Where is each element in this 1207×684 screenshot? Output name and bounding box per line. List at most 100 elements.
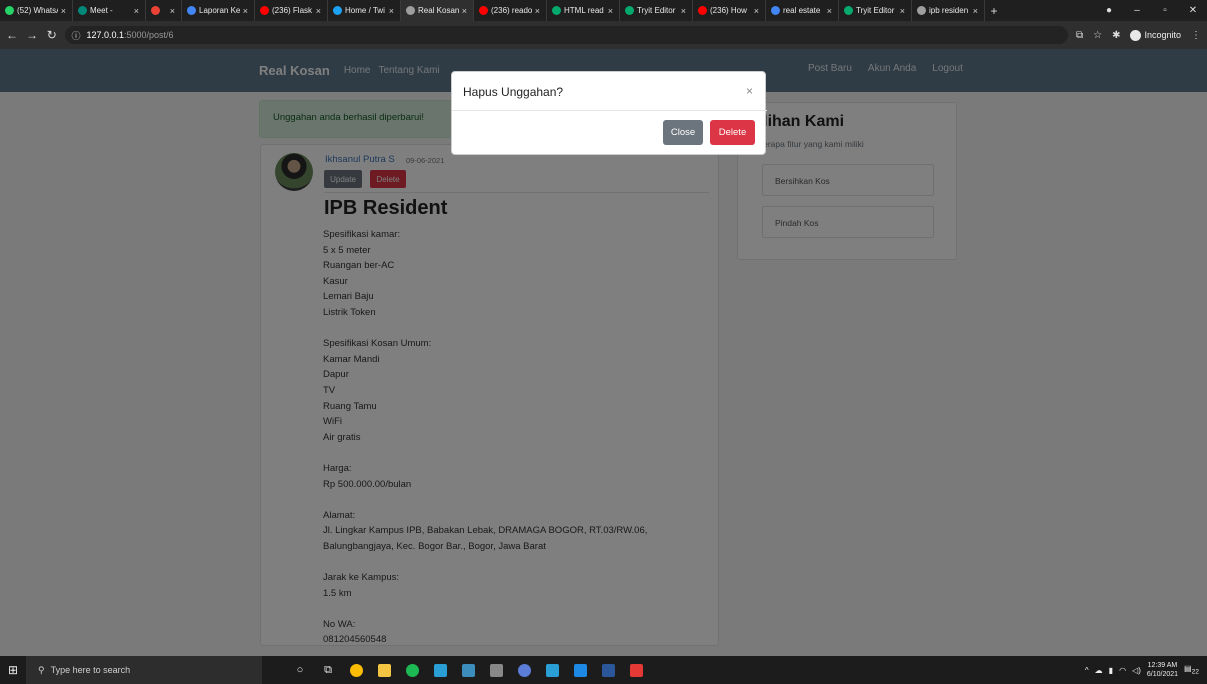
browser-tab[interactable]: (52) WhatsA × (0, 0, 73, 21)
tab-title: (236) How (710, 6, 747, 15)
window-controls: ● – ▫ ✕ (1095, 0, 1207, 21)
tab-close-icon[interactable]: × (243, 6, 248, 16)
forward-icon[interactable]: → (26, 28, 38, 42)
reload-icon[interactable]: ↻ (46, 28, 57, 42)
app-icon[interactable] (482, 656, 510, 684)
chrome-icon[interactable] (342, 656, 370, 684)
browser-tab[interactable]: Meet - × (73, 0, 146, 21)
tab-title: (236) Flask (272, 6, 313, 15)
tab-title: Home / Twi (345, 6, 385, 15)
task-view-icon[interactable]: ⧉ (314, 656, 342, 684)
photos-icon[interactable] (454, 656, 482, 684)
browser-tab[interactable]: Tryit Editor × (620, 0, 693, 21)
tab-title: Laporan Ke (199, 6, 240, 15)
tab-close-icon[interactable]: × (170, 6, 175, 16)
clock-time: 12:39 AM (1147, 662, 1178, 669)
modal-title: Hapus Unggahan? (463, 85, 564, 99)
tab-favicon-icon (5, 6, 14, 15)
tab-close-icon[interactable]: × (316, 6, 321, 16)
modal-divider (452, 110, 767, 111)
tab-favicon-icon (698, 6, 707, 15)
tab-close-icon[interactable]: × (900, 6, 905, 16)
modal-delete-button[interactable]: Delete (710, 120, 755, 145)
tab-close-icon[interactable]: × (61, 6, 66, 16)
tab-title: Tryit Editor (856, 6, 895, 15)
close-window-icon[interactable]: ✕ (1179, 5, 1207, 16)
tab-title: Meet - (90, 6, 113, 15)
back-icon[interactable]: ← (6, 28, 18, 42)
vscode-icon[interactable] (566, 656, 594, 684)
minimize-icon[interactable]: – (1123, 5, 1151, 16)
tab-close-icon[interactable]: × (827, 6, 832, 16)
tab-favicon-icon (333, 6, 342, 15)
browser-tab[interactable]: (236) reado × (474, 0, 547, 21)
mic-icon[interactable]: ▮ (1109, 666, 1113, 675)
browser-tab[interactable]: ipb residen × (912, 0, 985, 21)
tab-favicon-icon (151, 6, 160, 15)
info-icon[interactable]: ⓘ (71, 29, 80, 42)
windows-taskbar: ⊞ ⚲ Type here to search ○ ⧉ ^ ☁ ▮ ◠ ◁) 1… (0, 656, 1207, 684)
incognito-label: Incognito (1144, 30, 1181, 40)
paw-icon-2[interactable] (538, 656, 566, 684)
word-icon[interactable] (594, 656, 622, 684)
browser-tab[interactable]: Home / Twi × (328, 0, 401, 21)
translate-icon[interactable]: ⧉ (1076, 30, 1083, 41)
tab-close-icon[interactable]: × (535, 6, 540, 16)
acrobat-icon[interactable] (622, 656, 650, 684)
cortana-icon[interactable]: ○ (286, 656, 314, 684)
incognito-badge[interactable]: Incognito (1130, 29, 1181, 41)
tab-favicon-icon (78, 6, 87, 15)
paw-icon[interactable] (426, 656, 454, 684)
spotify-icon[interactable] (398, 656, 426, 684)
delete-confirm-modal: Hapus Unggahan? × Close Delete (451, 71, 767, 155)
tab-title: (52) WhatsA (17, 6, 58, 15)
browser-tab[interactable]: (236) Flask × (255, 0, 328, 21)
tab-close-icon[interactable]: × (462, 6, 467, 16)
search-placeholder: Type here to search (50, 665, 131, 675)
tab-favicon-icon (771, 6, 780, 15)
chevron-up-icon[interactable]: ^ (1085, 666, 1089, 675)
tab-favicon-icon (625, 6, 634, 15)
clock-date: 6/10/2021 (1146, 671, 1179, 678)
profile-icon[interactable]: ● (1095, 5, 1123, 16)
tab-favicon-icon (187, 6, 196, 15)
chrome-incognito-icon[interactable] (510, 656, 538, 684)
taskbar-clock[interactable]: 12:39 AM 6/10/2021 (1147, 661, 1178, 679)
tab-close-icon[interactable]: × (608, 6, 613, 16)
tab-favicon-icon (917, 6, 926, 15)
windows-start-icon[interactable]: ⊞ (0, 656, 26, 684)
tab-close-icon[interactable]: × (681, 6, 686, 16)
notification-icon[interactable]: ▤22 (1184, 664, 1199, 676)
tab-title: Real Kosan (418, 6, 459, 15)
close-icon[interactable]: × (746, 84, 753, 98)
notification-count: 22 (1191, 668, 1199, 676)
tab-close-icon[interactable]: × (754, 6, 759, 16)
maximize-icon[interactable]: ▫ (1151, 5, 1179, 16)
taskbar-apps: ○ ⧉ (286, 656, 650, 684)
browser-tab[interactable]: (236) How × (693, 0, 766, 21)
browser-tab[interactable]: × (146, 0, 182, 21)
browser-tab[interactable]: HTML read × (547, 0, 620, 21)
browser-tab[interactable]: real estate × (766, 0, 839, 21)
modal-close-button[interactable]: Close (663, 120, 703, 145)
new-tab-button[interactable]: + (985, 0, 1003, 21)
wifi-icon[interactable]: ◠ (1119, 666, 1126, 675)
menu-kebab-icon[interactable]: ⋮ (1191, 30, 1201, 41)
extensions-icon[interactable]: ✱ (1112, 30, 1120, 41)
tab-close-icon[interactable]: × (973, 6, 978, 16)
cloud-icon[interactable]: ☁ (1095, 666, 1103, 675)
search-icon: ⚲ (38, 664, 45, 675)
url-path: :5000/post/6 (124, 30, 174, 40)
tab-favicon-icon (552, 6, 561, 15)
browser-tab[interactable]: Real Kosan × (401, 0, 474, 21)
tab-close-icon[interactable]: × (389, 6, 394, 16)
taskbar-search[interactable]: ⚲ Type here to search (26, 656, 262, 684)
tab-close-icon[interactable]: × (134, 6, 139, 16)
address-bar[interactable]: ⓘ 127.0.0.1 :5000/post/6 (65, 26, 1068, 44)
browser-tab[interactable]: Laporan Ke × (182, 0, 255, 21)
file-explorer-icon[interactable] (370, 656, 398, 684)
tab-title: ipb residen (929, 6, 969, 15)
volume-icon[interactable]: ◁) (1132, 666, 1141, 675)
browser-tab[interactable]: Tryit Editor × (839, 0, 912, 21)
bookmark-star-icon[interactable]: ☆ (1093, 30, 1102, 41)
